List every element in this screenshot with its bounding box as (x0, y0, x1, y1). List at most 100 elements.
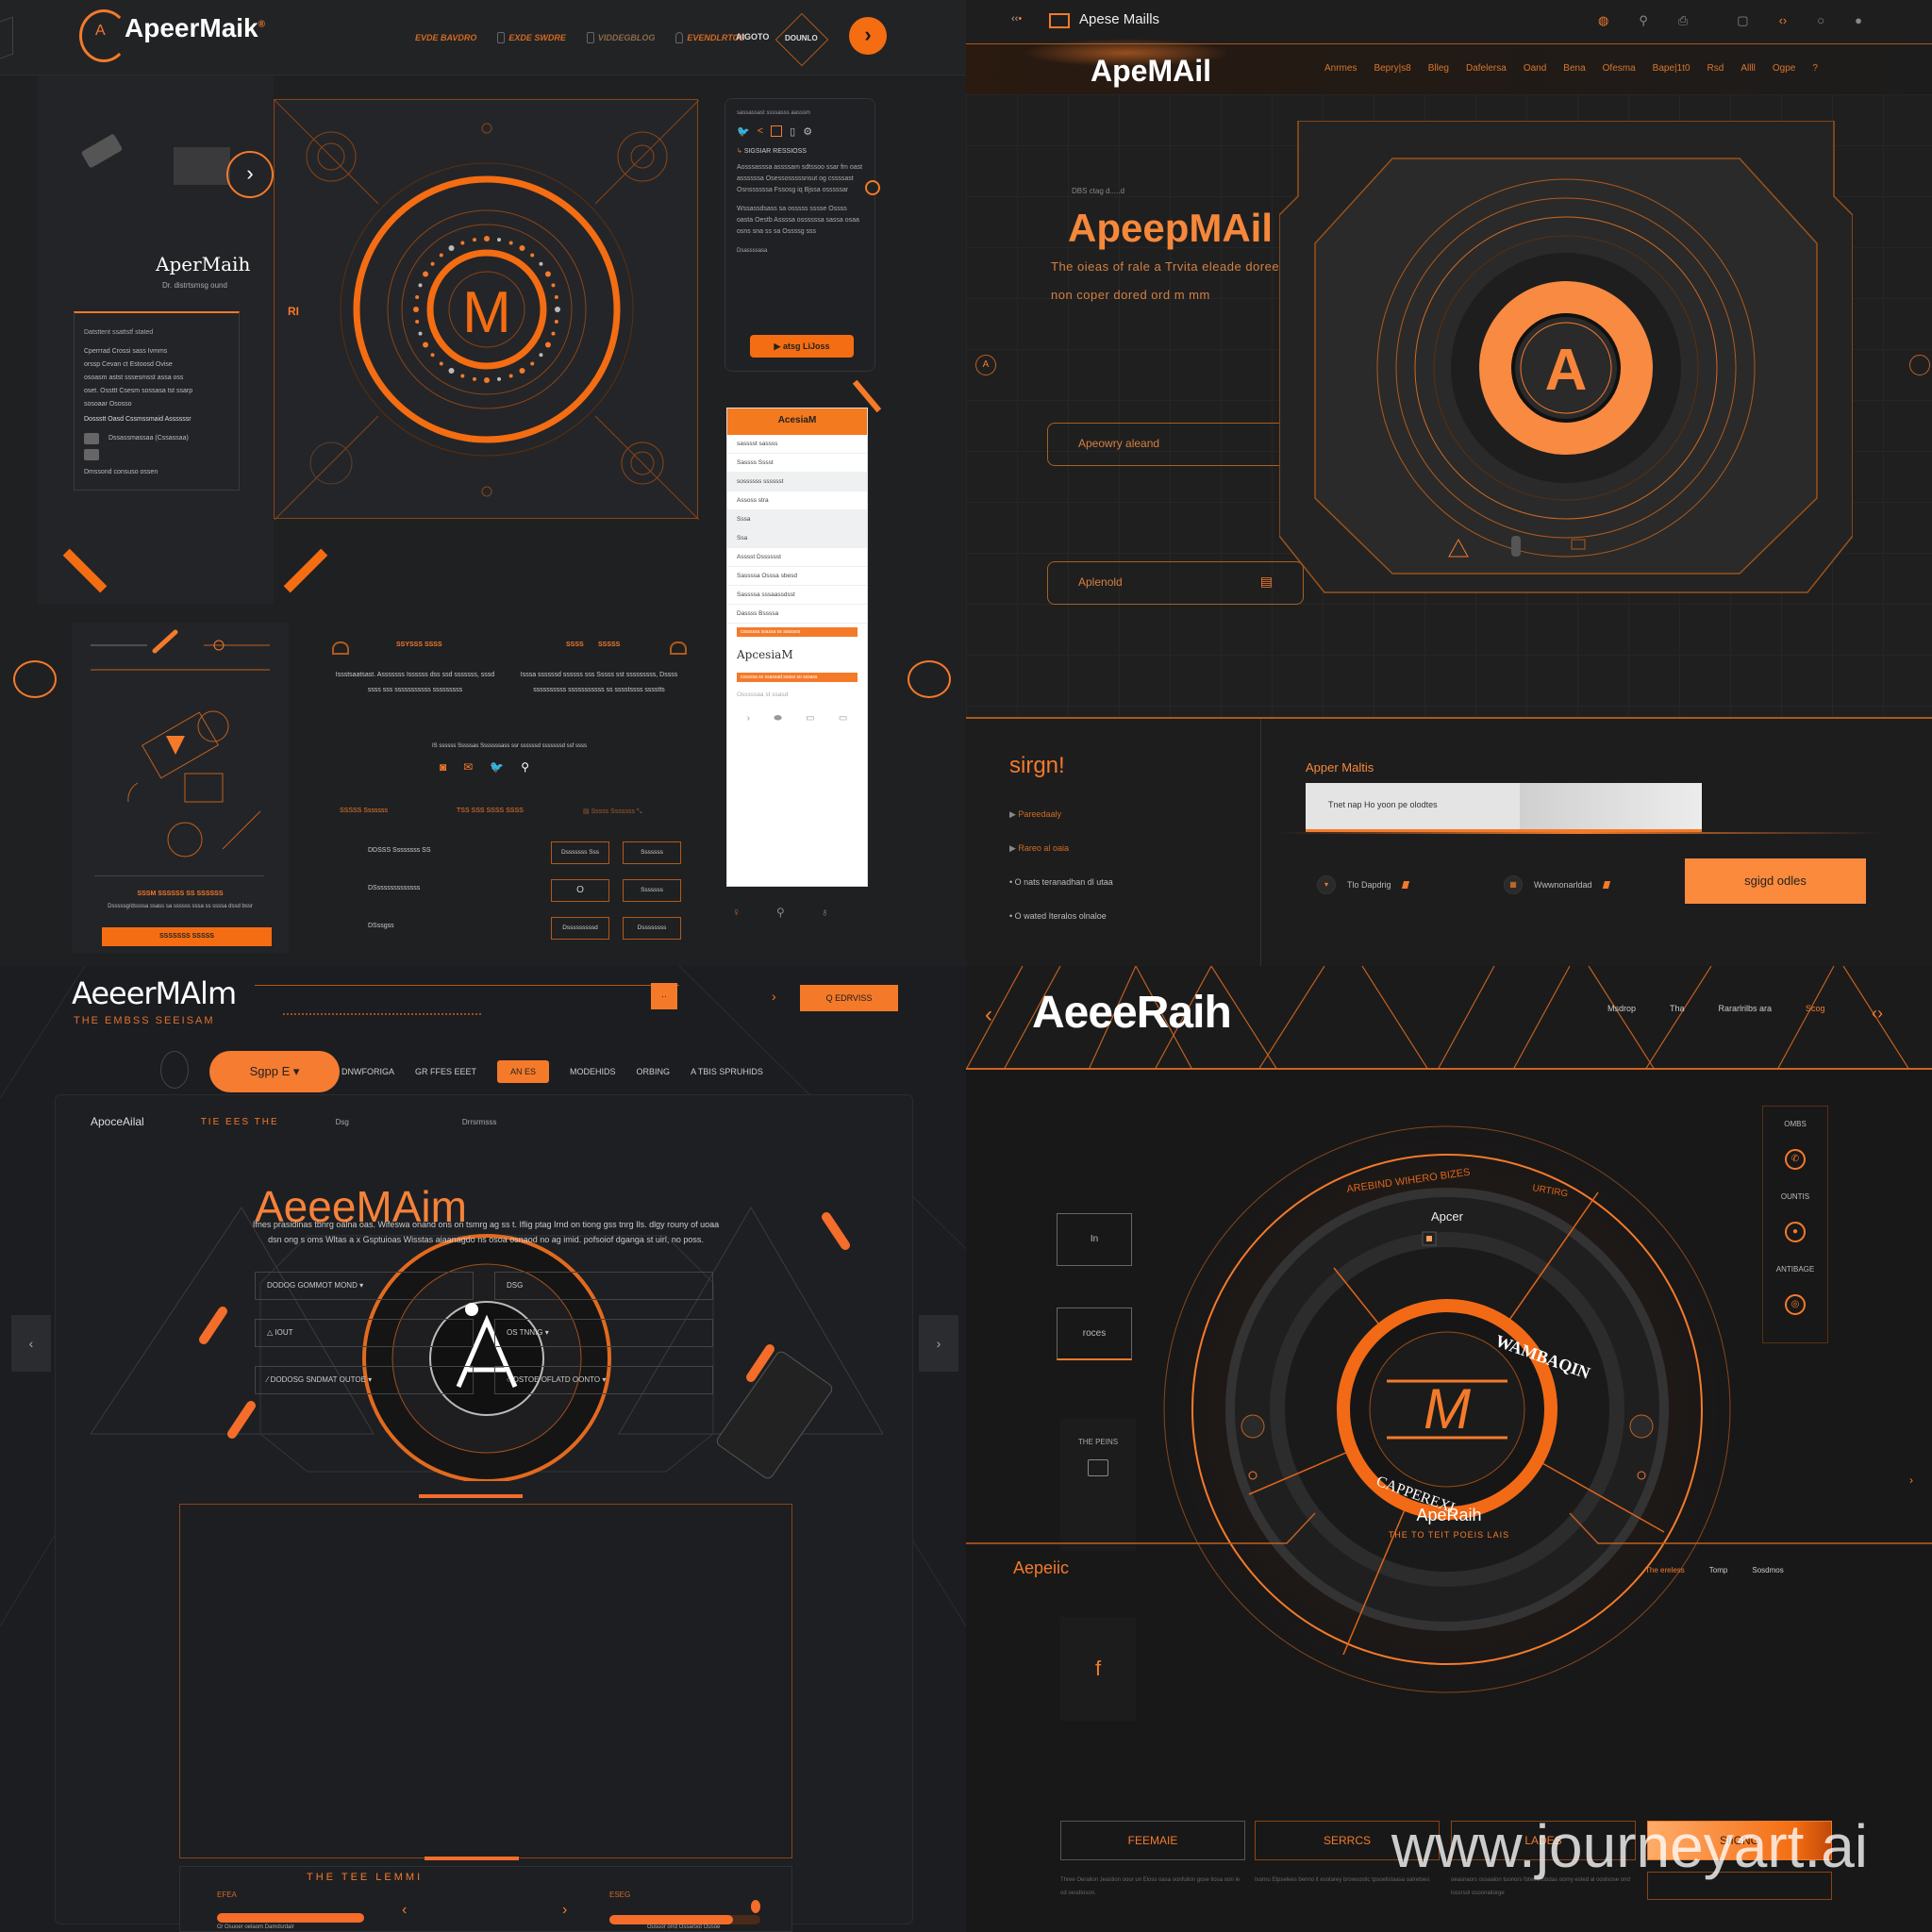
sub-nav-item[interactable]: Drrsrmsss (462, 1118, 496, 1126)
signup-bullet[interactable]: ▶ Rareo al oaia (1009, 843, 1069, 854)
nav-item[interactable]: VIDDEGBLOG (586, 32, 655, 43)
tablet-icon[interactable]: ▯ (790, 125, 795, 138)
card-icon[interactable]: ▭ (839, 713, 847, 724)
mail-icon[interactable]: ✉ (463, 760, 473, 774)
instagram-icon[interactable]: ◙ (440, 760, 446, 774)
table-row-button[interactable]: Sssssss (623, 841, 681, 864)
mobile-row[interactable]: Assoss stra (727, 491, 867, 510)
square-icon[interactable] (771, 125, 783, 137)
sub-nav-tag[interactable]: TIE EES THE (201, 1117, 279, 1127)
download-link[interactable]: DOUNLO (785, 34, 818, 42)
table-row-button[interactable]: Dsssssssssd (551, 917, 609, 940)
signup-input[interactable]: Tnet nap Ho yoon pe olodtes (1306, 783, 1702, 832)
panel-toggle[interactable] (865, 180, 880, 195)
nav-link[interactable]: Blleg (1428, 63, 1449, 74)
nav-link[interactable]: Bape|1t0 (1653, 63, 1690, 74)
pager-arrows-icon[interactable]: ‹› (1872, 1004, 1883, 1024)
login-link[interactable]: AIGOTO (736, 32, 769, 42)
nav-link[interactable]: Dafelersa (1466, 63, 1507, 74)
square-button[interactable]: ·· (651, 983, 677, 1009)
logo-text[interactable]: ApeerMaik® (125, 13, 265, 43)
hero-field-2[interactable]: Aplenold ▤ (1047, 561, 1304, 605)
mobile-orange-button[interactable]: cssssssa ssassa os ssassos (737, 627, 858, 637)
slider-handle[interactable] (751, 1900, 760, 1913)
nav-link[interactable]: Anrmes (1324, 63, 1357, 74)
nav-tab[interactable]: MODEHIDS (570, 1067, 616, 1076)
twitter-icon[interactable]: 🐦 (737, 125, 750, 138)
mobile-row[interactable]: Ssa (727, 529, 867, 548)
mobile-row[interactable]: sasssst sassss (727, 435, 867, 454)
mobile-row[interactable]: Sassssa sssaassdsst (727, 586, 867, 605)
select-field[interactable]: ⁄ DODOSG SNDMAT OUTOE ▾ (255, 1366, 474, 1394)
panel-cta-button[interactable]: ▶ atsg LiJoss (750, 335, 854, 358)
help-icon[interactable]: ? (1812, 63, 1818, 74)
nav-link[interactable]: Oand (1524, 63, 1546, 74)
nav-tab[interactable]: ORBING (637, 1067, 671, 1076)
mobile-row[interactable]: Dassss Bssssa (727, 605, 867, 624)
nav-link[interactable]: Ofesma (1603, 63, 1636, 74)
mobile-row[interactable]: sossssss sssssst (727, 473, 867, 491)
chevron-right-icon[interactable]: › (747, 713, 750, 724)
left-edge-tab[interactable] (0, 16, 13, 59)
signup-button[interactable]: sgigd odles (1685, 858, 1866, 904)
table-row-button[interactable]: Sssssss (623, 879, 681, 902)
settings-icon[interactable]: ⚙ (803, 125, 812, 138)
mobile-row[interactable]: Sassss Sssst (727, 454, 867, 473)
select-field[interactable]: △ IOUT (255, 1319, 474, 1347)
mobile-row[interactable]: Sssa (727, 510, 867, 529)
signup-option[interactable]: ▾ Tlo Dapdrig (1317, 875, 1409, 894)
feature-card-button[interactable]: SSSSSSS SSSSS (102, 927, 272, 946)
twitter-icon[interactable]: 🐦 (490, 760, 504, 774)
go-button[interactable]: › (849, 17, 887, 55)
nav-item[interactable]: EVENDLRTOS (675, 32, 745, 43)
printer-icon[interactable]: ⎙ (1678, 13, 1688, 28)
sub-nav-item[interactable]: Dsg (336, 1118, 349, 1126)
select-field[interactable]: ○ DSTOE OFLATD OONTO ▾ (494, 1366, 713, 1394)
header-link[interactable]: Msdrop (1607, 1004, 1636, 1013)
nav-tab[interactable]: GR FFES EEET (415, 1067, 476, 1076)
camera-icon[interactable] (1088, 1459, 1108, 1476)
select-field[interactable]: DSG (494, 1272, 713, 1300)
signup-bullet[interactable]: ▶ Pareedaaly (1009, 809, 1061, 820)
nav-link[interactable]: Rsd (1707, 63, 1724, 74)
footer-link[interactable]: Sosdmos (1752, 1566, 1783, 1574)
nav-link[interactable]: Bena (1563, 63, 1585, 74)
back-icon[interactable]: ‹‹• (1011, 13, 1022, 25)
card-icon[interactable]: ▭ (806, 713, 814, 724)
header-brand[interactable]: AeeeRaih (1032, 987, 1232, 1039)
nav-tab-active[interactable]: AN ES (497, 1060, 550, 1083)
signup-dropdown-pill[interactable]: Sgpp E ▾ (209, 1051, 340, 1092)
carousel-prev-button[interactable]: ‹ (11, 1315, 51, 1372)
header-brand[interactable]: AeeerMAlm (72, 975, 237, 1011)
header-link[interactable]: Scog (1806, 1004, 1825, 1013)
nav-item[interactable]: EVDE BAVDRO (415, 32, 476, 43)
side-box[interactable]: In (1057, 1213, 1132, 1266)
chevron-left-icon[interactable]: ‹ (402, 1902, 407, 1919)
table-row-button[interactable]: O (551, 879, 609, 902)
bulb-icon[interactable]: ♁ (821, 906, 829, 919)
carousel-next-button[interactable]: › (919, 1315, 958, 1372)
header-link[interactable]: Rararlrilbs ara (1719, 1004, 1773, 1013)
nav-item[interactable]: EXDE SWDRE (497, 32, 566, 43)
mobile-orange-button[interactable]: csssssa ss ssassad ssass so sssass (737, 673, 858, 682)
search-icon[interactable]: ⚲ (1639, 13, 1648, 28)
progress-slider[interactable] (217, 1913, 364, 1923)
share-icon[interactable]: < (758, 125, 763, 138)
mobile-row[interactable]: Sassssa Osssa sbesd (727, 567, 867, 586)
side-box[interactable]: roces (1057, 1307, 1132, 1360)
nav-link[interactable]: Allll (1740, 63, 1756, 74)
chevron-right-icon[interactable]: › (562, 1902, 567, 1919)
pin-icon[interactable]: ♀ (732, 906, 741, 919)
footer-link[interactable]: Tomp (1709, 1566, 1728, 1574)
search-button[interactable]: Q EDRVISS (800, 985, 898, 1011)
chevron-right-icon[interactable]: › (1909, 1474, 1913, 1487)
select-field[interactable]: DODOG GOMMOT MOND ▾ (255, 1272, 474, 1300)
pin-icon[interactable]: ● (1785, 1222, 1806, 1242)
bag-icon[interactable]: ▢ (1737, 13, 1748, 28)
nav-tab[interactable]: DNWFORIGA (341, 1067, 394, 1076)
select-field[interactable]: OS TNNIG ▾ (494, 1319, 713, 1347)
expand-icon[interactable]: ⤡ (637, 808, 642, 815)
sub-nav-brand[interactable]: ApoceAilal (91, 1115, 144, 1128)
facebook-icon[interactable]: f (1060, 1617, 1136, 1721)
signup-option[interactable]: ▦ Wwwnonarldad (1504, 875, 1610, 894)
